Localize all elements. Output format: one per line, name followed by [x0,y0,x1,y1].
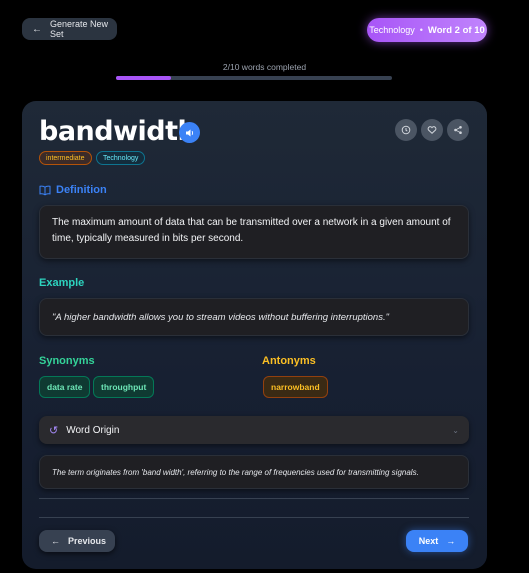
generate-new-set-button[interactable]: ← Generate New Set [22,18,117,40]
progress-fill [116,76,172,80]
antonym-chip[interactable]: narrowband [263,376,328,398]
generate-new-set-label: Generate New Set [50,19,109,39]
divider [39,498,469,499]
definition-box: The maximum amount of data that can be t… [39,205,469,259]
previous-button[interactable]: ← Previous [39,530,115,552]
share-button[interactable] [447,119,469,141]
chevron-down-icon: ⌄ [452,425,459,435]
previous-label: Previous [68,536,107,546]
next-label: Next [418,536,439,546]
separator-dot: • [419,25,423,35]
speaker-icon [185,129,193,136]
word-origin-heading: Word Origin [66,424,120,436]
definition-heading: Definition [39,184,107,196]
share-icon [454,126,462,134]
history-button[interactable] [395,119,417,141]
example-box: "A higher bandwidth allows you to stream… [39,298,469,336]
pronounce-button[interactable] [179,122,200,143]
word-position-pill: Technology • Word 2 of 10 [367,18,487,42]
synonyms-heading: Synonyms [39,355,95,367]
word-origin-box: The term originates from 'band width', r… [39,455,469,489]
word-position-label: Word 2 of 10 [427,24,485,36]
top-bar: ← Generate New Set Technology • Word 2 o… [0,0,529,60]
progress-text: 2/10 words completed [222,62,307,72]
category-label: Technology [369,25,415,35]
progress-bar [116,76,392,80]
divider [39,517,469,518]
example-heading: Example [39,277,85,289]
synonym-chip[interactable]: throughput [93,376,155,398]
clock-icon [401,125,411,135]
history-icon: ↺ [49,424,59,437]
arrow-left-icon: ← [51,536,60,546]
definition-heading-label: Definition [56,184,107,196]
arrow-right-icon: → [446,536,456,546]
word-origin-toggle[interactable]: ↺ Word Origin ⌄ [39,416,469,444]
favorite-button[interactable] [421,119,443,141]
arrow-left-icon: ← [32,23,42,35]
category-tag: Technology [96,151,146,165]
book-icon [39,185,51,195]
next-button[interactable]: Next → [406,530,468,552]
word-card: bandwidth intermediate Technology Defini… [22,101,487,569]
synonym-chip[interactable]: data rate [39,376,91,398]
level-tag: intermediate [39,151,92,165]
antonyms-heading: Antonyms [262,355,316,367]
heart-icon [427,126,437,134]
word-title: bandwidth [39,116,197,147]
